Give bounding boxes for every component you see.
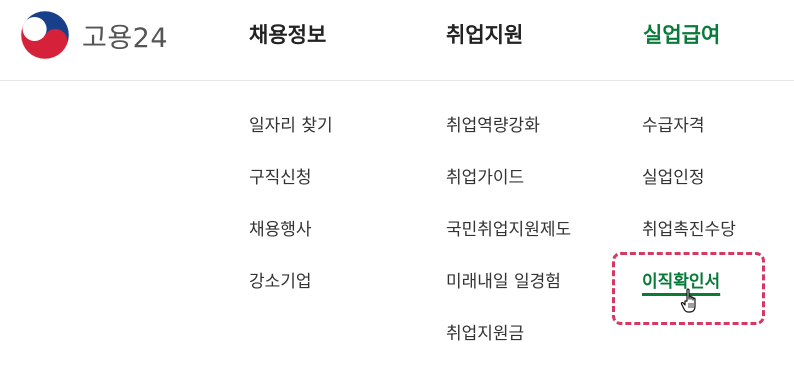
gnb-item-unemployment-benefits[interactable]: 실업급여 [643,21,720,49]
submenu-item-job-fair[interactable]: 채용행사 [249,217,333,243]
gnb-item-employment-support[interactable]: 취업지원 [446,21,523,49]
header: 고용24 채용정보 취업지원 실업급여 [0,0,794,81]
submenu-item-job-search[interactable]: 일자리 찾기 [249,113,333,139]
gnb-item-job-info[interactable]: 채용정보 [249,21,326,49]
taegeuk-logo-icon [20,10,70,60]
submenu-item-competency[interactable]: 취업역량강화 [446,113,571,139]
submenu-item-national-support[interactable]: 국민취업지원제도 [446,217,571,243]
submenu-item-eligibility[interactable]: 수급자격 [642,113,736,139]
site-logo[interactable]: 고용24 [20,10,168,60]
submenu-item-reemployment-allowance[interactable]: 취업촉진수당 [642,217,736,243]
logo-text: 고용24 [82,22,169,54]
submenu-item-unemployment-recognition[interactable]: 실업인정 [642,165,736,191]
submenu-column-employment-support: 취업역량강화 취업가이드 국민취업지원제도 미래내일 일경험 취업지원금 [446,113,571,373]
submenu-item-work-experience[interactable]: 미래내일 일경험 [446,269,571,295]
submenu-item-job-application[interactable]: 구직신청 [249,165,333,191]
submenu-item-strong-small-company[interactable]: 강소기업 [249,269,333,295]
submenu-column-job-info: 일자리 찾기 구직신청 채용행사 강소기업 [249,113,333,321]
submenu-item-guide[interactable]: 취업가이드 [446,165,571,191]
hand-pointer-icon [680,288,696,313]
submenu-item-subsidy[interactable]: 취업지원금 [446,321,571,347]
